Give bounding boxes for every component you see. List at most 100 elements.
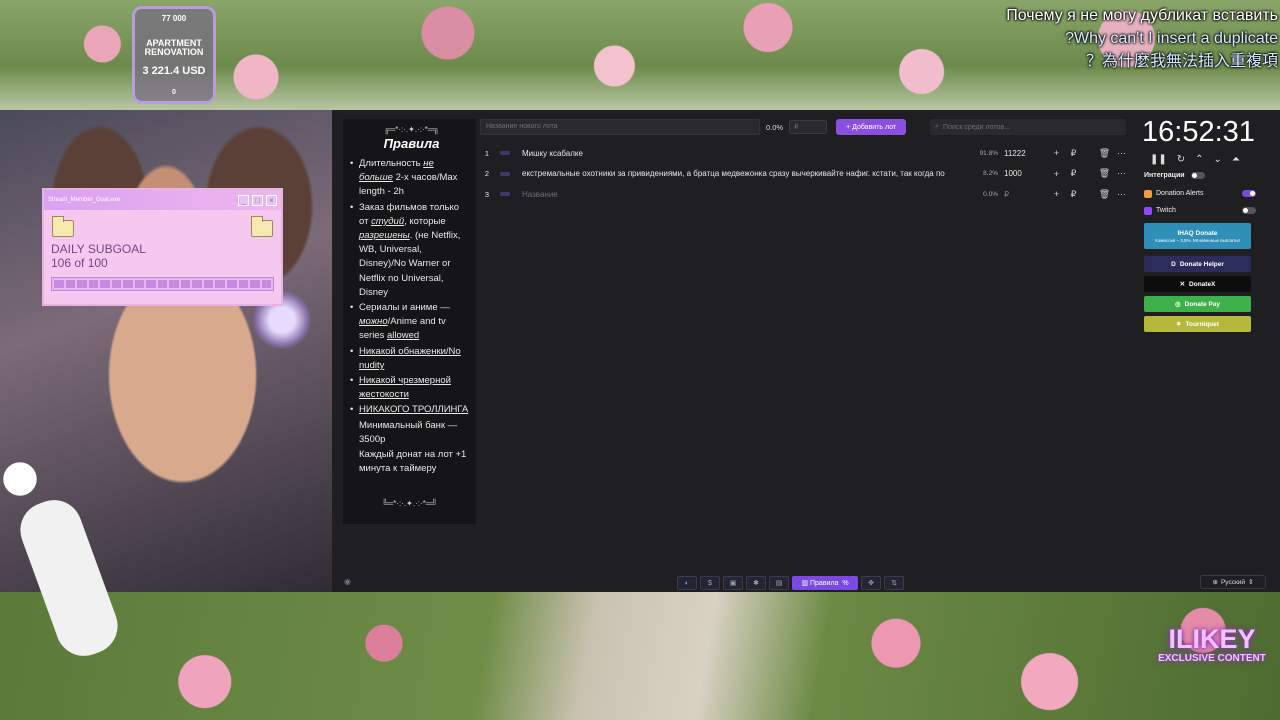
lot-number: 2	[484, 169, 490, 179]
pause-icon[interactable]: ❚❚	[1150, 154, 1167, 165]
dollar-icon[interactable]: $	[700, 576, 720, 590]
integrations-toggle[interactable]	[1190, 172, 1205, 179]
lot-list: 1 Мишку ксабалке 91.8% 11222 + ₽ 🗑 ⋯ 2 екст…	[480, 143, 1130, 205]
integrations-header: Интеграции	[1144, 172, 1256, 179]
more-icon[interactable]: ⋯	[1113, 168, 1130, 179]
donate-pay-button[interactable]: ◎ Donate Pay	[1144, 296, 1251, 312]
rules-decor-top: ╔═*·:·.✦.·:·*═╗	[383, 125, 440, 134]
language-select[interactable]: ⊕ Русский ⇕	[1200, 575, 1266, 589]
chevron-down-icon[interactable]: ⌄	[1214, 154, 1222, 165]
add-amount-icon[interactable]: +	[1048, 169, 1065, 179]
currency-icon[interactable]: ₽	[1065, 148, 1082, 159]
lot-search-input[interactable]: ⌕ Поиск среди лотов...	[930, 119, 1127, 135]
sort-icon[interactable]: ⇅	[884, 576, 904, 590]
translation-captions: Почему я не могу дубликат вставить ?Why …	[1006, 4, 1278, 73]
lot-amount-placeholder[interactable]: ₽	[998, 190, 1048, 199]
move-icon[interactable]: ✥	[861, 576, 881, 590]
globe-icon: ⊕	[1212, 579, 1218, 586]
eye-icon[interactable]: ◉	[344, 577, 351, 586]
background-garden-bottom	[0, 592, 1280, 720]
reset-icon[interactable]: ↻	[1177, 154, 1185, 165]
github-icon[interactable]: ◐	[677, 576, 697, 590]
twitch-icon	[1144, 206, 1152, 215]
currency-icon[interactable]: ₽	[1065, 189, 1082, 200]
currency-icon[interactable]: ₽	[1065, 168, 1082, 179]
add-lot-button[interactable]: + Добавить лот	[836, 119, 907, 135]
lot-row[interactable]: 3 Название 0.0% ₽ + ₽ 🗑 ⋯	[480, 184, 1130, 205]
rule-item: Никакой обнаженки/No nudity	[350, 345, 470, 373]
watermark-logo: ILIKEY EXCLUSIVE CONTENT	[1150, 625, 1274, 664]
donation-alerts-toggle[interactable]	[1242, 190, 1256, 197]
subgoal-widget: Stream_Member_Goal.exe _ □ × DAILY SUBGO…	[42, 188, 283, 306]
more-icon[interactable]: ⋯	[1113, 148, 1130, 159]
lot-actions: + ₽ 🗑 ⋯	[1048, 189, 1130, 200]
search-placeholder: Поиск среди лотов...	[943, 123, 1010, 131]
rule-item: Сериалы и аниме — можно/Anime and tv ser…	[350, 301, 470, 344]
close-icon: ×	[266, 194, 277, 206]
lot-amount[interactable]: 11222	[998, 149, 1048, 158]
open-folder-icon	[251, 216, 273, 237]
caption-ru: Почему я не могу дубликат вставить	[1006, 7, 1278, 24]
new-lot-amount-input[interactable]: ₽	[789, 120, 828, 134]
caption-en: ?Why can't I insert a duplicate	[1065, 30, 1278, 47]
twitch-toggle[interactable]	[1242, 207, 1256, 214]
chevron-up-icon[interactable]: ⌃	[1195, 154, 1203, 165]
language-label: Русский	[1220, 578, 1246, 586]
lot-percent: 91.8%	[979, 149, 998, 157]
donate-pay-icon: ◎	[1174, 301, 1181, 308]
ihaq-subtitle: Комиссия – 3,5%. Мгновенные выплаты!	[1155, 237, 1240, 243]
watermark-small: EXCLUSIVE CONTENT	[1158, 653, 1266, 664]
lot-percent: 0.0%	[983, 190, 998, 198]
more-icon[interactable]: ⋯	[1113, 189, 1130, 200]
add-amount-icon[interactable]: +	[1048, 148, 1065, 158]
lot-name-placeholder[interactable]: Название	[522, 190, 972, 199]
lot-number: 1	[484, 148, 490, 158]
panel-icon[interactable]: ▣	[723, 576, 743, 590]
apartment-goal-target: 77 000	[161, 14, 187, 23]
search-icon: ⌕	[935, 123, 940, 130]
subgoal-window-title: Stream_Member_Goal.exe	[48, 197, 121, 203]
apartment-goal-widget: 77 000 APARTMENT RENOVATION 3 221.4 USD …	[132, 6, 216, 104]
auction-timer: 16:52:31	[1142, 116, 1255, 148]
lot-amount[interactable]: 1000	[998, 169, 1048, 178]
rules-panel: ╔═*·:·.✦.·:·*═╗ Правила Длительность не …	[343, 119, 476, 524]
subgoal-title: DAILY SUBGOAL	[51, 242, 146, 256]
lot-row[interactable]: 2 екстремальные охотники за привидениями…	[480, 164, 1130, 185]
timer-controls: ❚❚ ↻ ⌃ ⌄ ⏶	[1150, 154, 1240, 165]
subgoal-titlebar: Stream_Member_Goal.exe _ □ ×	[44, 190, 281, 210]
rule-item: Никакой чрезмерной жестокости	[350, 374, 470, 402]
subgoal-progress-bar	[51, 277, 274, 291]
lot-name[interactable]: екстремальные охотники за привидениями, …	[522, 169, 972, 178]
lot-name[interactable]: Мишку ксабалке	[522, 149, 972, 158]
bug-icon[interactable]: ✱	[746, 576, 766, 590]
tourniquet-button[interactable]: ✶ Tourniquet	[1144, 316, 1251, 332]
rules-title: Правила	[383, 136, 440, 151]
rule-item: Заказ фильмов только от студий, которые …	[350, 201, 470, 300]
layout-icon[interactable]: ▤	[769, 576, 789, 590]
minimize-icon: _	[238, 194, 249, 206]
new-lot-input[interactable]: Название нового лота	[480, 119, 760, 135]
lot-color-chip	[500, 171, 510, 176]
watermark-big: ILIKEY	[1168, 624, 1256, 654]
rule-item: Минимальный банк — 3500р	[359, 419, 458, 445]
delete-icon[interactable]: 🗑	[1096, 148, 1113, 159]
donatex-button[interactable]: ✕ DonateX	[1144, 276, 1251, 292]
donation-alerts-icon	[1144, 189, 1152, 198]
integration-label: Donation Alerts	[1156, 190, 1204, 197]
delete-icon[interactable]: 🗑	[1096, 168, 1113, 179]
apartment-goal-name: APARTMENT RENOVATION	[144, 38, 204, 57]
rule-item: Длительность не больше 2-х часов/Max len…	[350, 157, 470, 200]
donate-helper-button[interactable]: D Donate Helper	[1144, 256, 1251, 272]
add-amount-icon[interactable]: +	[1048, 189, 1065, 199]
delete-icon[interactable]: 🗑	[1096, 189, 1113, 200]
bottom-toolbar: ◐ $ ▣ ✱ ▤ ▥ Правила % ✥ ⇅	[677, 576, 927, 590]
apartment-goal-value: 3 221.4 USD	[142, 65, 206, 77]
folder-icon	[52, 216, 74, 237]
ihaq-donate-button[interactable]: IHAQ Donate Комиссия – 3,5%. Мгновенные …	[1144, 223, 1251, 249]
tab-rules[interactable]: ▥ Правила %	[792, 576, 858, 590]
double-chevron-up-icon[interactable]: ⏶	[1232, 154, 1240, 165]
donate-helper-icon: D	[1171, 260, 1176, 268]
tourniquet-icon: ✶	[1176, 321, 1182, 328]
lot-color-chip	[500, 151, 510, 156]
lot-row[interactable]: 1 Мишку ксабалке 91.8% 11222 + ₽ 🗑 ⋯	[480, 143, 1130, 164]
